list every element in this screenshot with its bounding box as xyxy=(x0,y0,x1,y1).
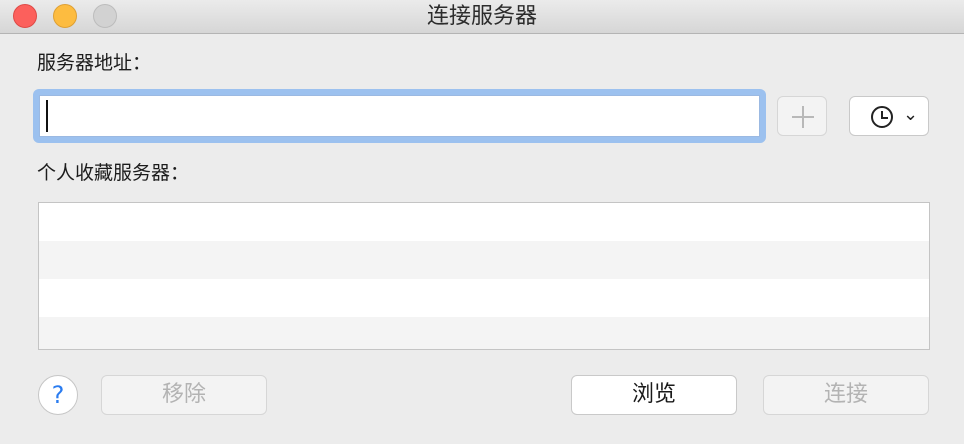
server-address-label: 服务器地址： xyxy=(37,52,152,74)
list-item[interactable] xyxy=(39,203,929,241)
recent-servers-button[interactable]: ⌄ xyxy=(849,96,929,136)
list-item[interactable] xyxy=(39,279,929,317)
favorite-servers-label: 个人收藏服务器： xyxy=(37,162,190,184)
browse-button[interactable]: 浏览 xyxy=(571,375,737,415)
list-item[interactable] xyxy=(39,317,929,349)
add-favorite-button[interactable] xyxy=(777,96,827,136)
help-button[interactable]: ? xyxy=(38,375,78,415)
server-address-input[interactable] xyxy=(39,95,760,137)
favorite-servers-list[interactable] xyxy=(38,202,930,350)
chevron-down-icon: ⌄ xyxy=(903,104,919,125)
connect-button[interactable]: 连接 xyxy=(763,375,929,415)
window-title: 连接服务器 xyxy=(426,4,537,29)
title-bar: 连接服务器 xyxy=(0,0,964,34)
clock-icon xyxy=(871,106,893,128)
remove-button[interactable]: 移除 xyxy=(101,375,267,415)
list-item[interactable] xyxy=(39,241,929,279)
text-caret xyxy=(46,100,48,132)
server-address-focus-ring xyxy=(33,89,766,143)
